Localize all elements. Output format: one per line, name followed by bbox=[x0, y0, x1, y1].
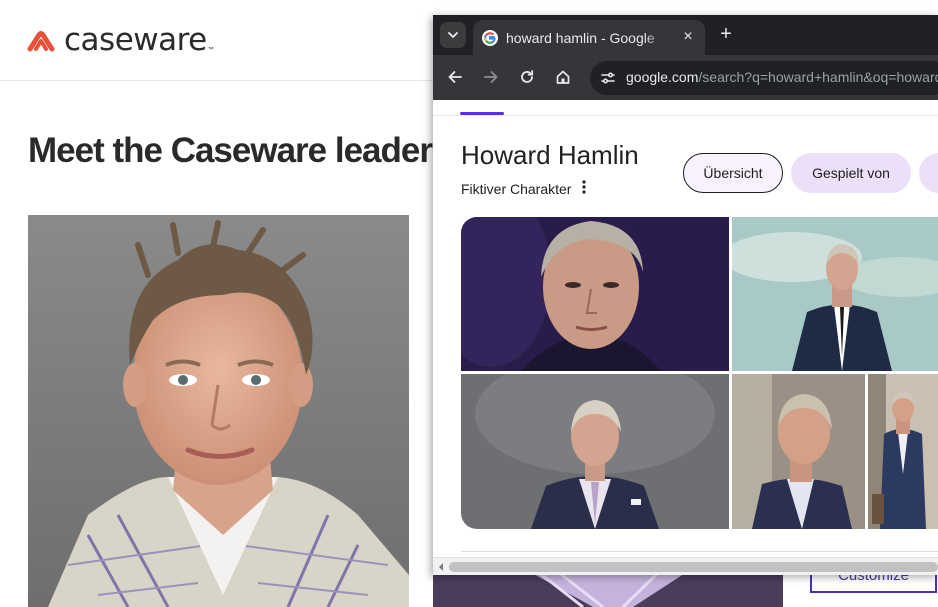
url-path: /search?q=howard+hamlin&oq=howard+hamlin bbox=[698, 69, 938, 85]
back-arrow-icon bbox=[448, 71, 462, 83]
more-vert-icon bbox=[582, 180, 586, 194]
home-button[interactable] bbox=[553, 67, 573, 87]
caseware-logo[interactable]: caseware ™ bbox=[27, 22, 214, 58]
address-bar[interactable]: google.com/search?q=howard+hamlin&oq=how… bbox=[590, 61, 938, 95]
leader-photo bbox=[28, 215, 409, 607]
image-result[interactable] bbox=[461, 374, 729, 529]
image-result[interactable] bbox=[732, 374, 865, 529]
content-separator bbox=[461, 551, 938, 552]
image-result[interactable] bbox=[461, 217, 729, 371]
knowledge-panel-title: Howard Hamlin bbox=[461, 140, 639, 170]
horizontal-scrollbar[interactable] bbox=[433, 557, 938, 575]
screen: caseware ™ Meet the Caseware leader Cust… bbox=[0, 0, 938, 607]
knowledge-panel-subtitle: Fiktiver Charakter bbox=[461, 181, 572, 197]
url-host: google.com bbox=[626, 69, 699, 85]
tab-google-search[interactable]: howard hamlin - Google × bbox=[473, 20, 705, 55]
forward-arrow-icon bbox=[484, 71, 498, 83]
chip-more[interactable] bbox=[919, 153, 938, 193]
new-tab-icon[interactable]: + bbox=[716, 24, 736, 44]
results-divider bbox=[433, 115, 938, 116]
caseware-logo-mark-icon bbox=[27, 31, 55, 52]
more-options-button[interactable] bbox=[579, 178, 589, 196]
page-heading: Meet the Caseware leader bbox=[28, 131, 433, 170]
image-result[interactable] bbox=[732, 217, 938, 371]
image-result[interactable] bbox=[868, 374, 938, 529]
tab-close-icon[interactable]: × bbox=[679, 28, 697, 46]
tab-title: howard hamlin - Google bbox=[506, 30, 668, 48]
forward-button[interactable] bbox=[481, 67, 501, 87]
google-g-icon bbox=[482, 30, 498, 46]
trademark-symbol: ™ bbox=[207, 47, 214, 53]
tune-icon[interactable] bbox=[600, 70, 616, 86]
reload-icon bbox=[521, 70, 534, 83]
chip-played-by[interactable]: Gespielt von bbox=[791, 153, 911, 193]
browser-toolbar: google.com/search?q=howard+hamlin&oq=how… bbox=[433, 55, 938, 100]
image-grid bbox=[461, 217, 938, 529]
back-button[interactable] bbox=[445, 67, 465, 87]
scrollbar-thumb[interactable] bbox=[449, 562, 938, 572]
scroll-left-icon[interactable] bbox=[437, 562, 445, 572]
tab-strip: howard hamlin - Google × + bbox=[433, 15, 938, 55]
chevron-down-icon bbox=[448, 32, 458, 38]
caseware-logo-text: caseware bbox=[64, 22, 207, 58]
home-icon bbox=[556, 70, 570, 84]
reload-button[interactable] bbox=[517, 67, 537, 87]
tab-search-button[interactable] bbox=[440, 22, 466, 48]
search-results-content: Howard Hamlin Fiktiver Charakter Übersic… bbox=[433, 100, 938, 575]
chip-overview[interactable]: Übersicht bbox=[683, 153, 783, 193]
chrome-window: howard hamlin - Google × + google.com/se… bbox=[433, 15, 938, 575]
url-text: google.com/search?q=howard+hamlin&oq=how… bbox=[626, 69, 938, 85]
